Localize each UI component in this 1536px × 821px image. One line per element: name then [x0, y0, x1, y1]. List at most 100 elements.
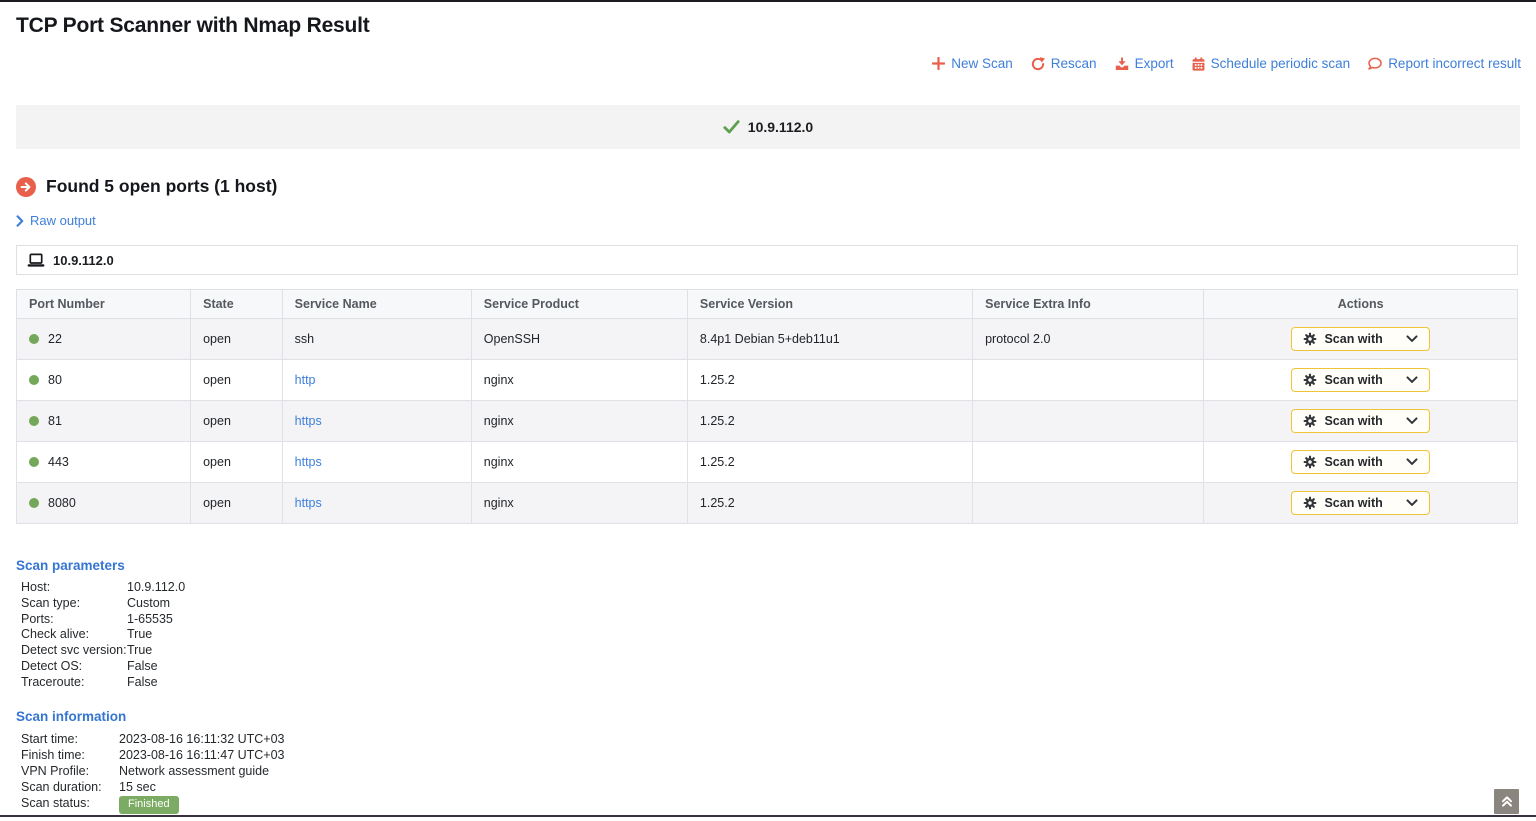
port-number: 443 — [48, 455, 69, 469]
scan-with-button[interactable]: Scan with — [1291, 409, 1429, 433]
service-name-link[interactable]: https — [295, 414, 322, 428]
host-result-banner[interactable]: 10.9.112.0 — [16, 105, 1520, 149]
scan-parameters-heading: Scan parameters — [16, 558, 185, 573]
action-label: Schedule periodic scan — [1211, 56, 1351, 71]
status-badge: Finished — [119, 796, 179, 814]
port-number: 22 — [48, 332, 62, 346]
parameter-row: Ports:1-65535 — [16, 612, 185, 628]
scan-with-button[interactable]: Scan with — [1291, 368, 1429, 392]
parameter-row: Host:10.9.112.0 — [16, 580, 185, 596]
service-extra-info — [973, 401, 1204, 442]
download-icon — [1115, 57, 1129, 71]
action-label: New Scan — [951, 56, 1013, 71]
column-header-service-extra-info: Service Extra Info — [973, 290, 1204, 319]
open-port-dot — [29, 457, 39, 467]
port-state: open — [191, 401, 283, 442]
parameter-label: Traceroute: — [21, 675, 127, 691]
service-extra-info — [973, 442, 1204, 483]
table-row: 80 open http nginx 1.25.2 Scan with — [17, 360, 1518, 401]
table-row: 81 open https nginx 1.25.2 Scan with — [17, 401, 1518, 442]
double-chevron-up-icon — [1501, 795, 1513, 808]
information-row: Scan status:Finished — [16, 795, 285, 814]
plus-icon — [932, 57, 945, 70]
service-extra-info — [973, 360, 1204, 401]
scan-with-label: Scan with — [1324, 455, 1382, 469]
parameter-row: Check alive:True — [16, 627, 185, 643]
scan-information-section: Scan information Start time:2023-08-16 1… — [16, 709, 285, 814]
check-icon — [723, 120, 740, 134]
scan-with-label: Scan with — [1324, 496, 1382, 510]
gear-icon — [1303, 496, 1317, 510]
raw-output-link[interactable]: Raw output — [16, 213, 96, 228]
toolbar: New Scan Rescan Export Schedule periodic… — [932, 56, 1521, 71]
chevron-down-icon — [1406, 417, 1418, 425]
parameter-label: Ports: — [21, 612, 127, 628]
information-value: 15 sec — [119, 779, 156, 795]
service-version: 1.25.2 — [687, 442, 972, 483]
refresh-icon — [1031, 57, 1045, 71]
information-row: Finish time:2023-08-16 16:11:47 UTC+03 — [16, 747, 285, 763]
parameter-label: Check alive: — [21, 627, 127, 643]
service-version: 8.4p1 Debian 5+deb11u1 — [687, 319, 972, 360]
port-number: 81 — [48, 414, 62, 428]
service-version: 1.25.2 — [687, 483, 972, 524]
report-incorrect-result-button[interactable]: Report incorrect result — [1368, 56, 1521, 71]
gear-icon — [1303, 455, 1317, 469]
column-header-state: State — [191, 290, 283, 319]
rescan-button[interactable]: Rescan — [1031, 56, 1097, 71]
parameter-value: False — [127, 659, 158, 675]
service-extra-info: protocol 2.0 — [973, 319, 1204, 360]
parameter-row: Traceroute:False — [16, 675, 185, 691]
comment-icon — [1368, 57, 1382, 71]
open-port-dot — [29, 416, 39, 426]
host-panel-label: 10.9.112.0 — [53, 253, 114, 268]
scan-with-button[interactable]: Scan with — [1291, 450, 1429, 474]
service-product: nginx — [471, 401, 687, 442]
service-product: nginx — [471, 483, 687, 524]
scan-with-label: Scan with — [1324, 373, 1382, 387]
information-label: VPN Profile: — [21, 763, 119, 779]
column-header-service-product: Service Product — [471, 290, 687, 319]
parameter-value: False — [127, 675, 158, 691]
port-state: open — [191, 483, 283, 524]
scan-with-label: Scan with — [1324, 414, 1382, 428]
page-bottom-border — [0, 815, 1536, 817]
parameter-value: True — [127, 643, 152, 659]
results-summary-heading: Found 5 open ports (1 host) — [16, 176, 277, 197]
gear-icon — [1303, 373, 1317, 387]
information-value: 2023-08-16 16:11:47 UTC+03 — [119, 747, 285, 763]
schedule-periodic-scan-button[interactable]: Schedule periodic scan — [1192, 56, 1351, 71]
open-port-dot — [29, 498, 39, 508]
parameter-label: Detect svc version: — [21, 643, 127, 659]
information-label: Start time: — [21, 731, 119, 747]
chevron-down-icon — [1406, 376, 1418, 384]
new-scan-button[interactable]: New Scan — [932, 56, 1013, 71]
laptop-icon — [27, 253, 45, 268]
information-value: 2023-08-16 16:11:32 UTC+03 — [119, 731, 285, 747]
open-port-dot — [29, 334, 39, 344]
service-extra-info — [973, 483, 1204, 524]
service-name-link[interactable]: https — [295, 496, 322, 510]
scan-information-heading: Scan information — [16, 709, 285, 724]
information-value: Network assessment guide — [119, 763, 269, 779]
information-label: Scan duration: — [21, 779, 119, 795]
scan-with-button[interactable]: Scan with — [1291, 327, 1429, 351]
chevron-down-icon — [1406, 335, 1418, 343]
calendar-icon — [1192, 57, 1205, 71]
scan-with-button[interactable]: Scan with — [1291, 491, 1429, 515]
column-header-actions: Actions — [1204, 290, 1518, 319]
page-title: TCP Port Scanner with Nmap Result — [16, 14, 370, 38]
service-name-link[interactable]: https — [295, 455, 322, 469]
table-header-row: Port Number State Service Name Service P… — [17, 290, 1518, 319]
parameter-value: Custom — [127, 596, 170, 612]
summary-text: Found 5 open ports (1 host) — [46, 176, 277, 197]
gear-icon — [1303, 332, 1317, 346]
export-button[interactable]: Export — [1115, 56, 1174, 71]
action-label: Export — [1135, 56, 1174, 71]
port-state: open — [191, 442, 283, 483]
service-product: nginx — [471, 360, 687, 401]
column-header-port-number: Port Number — [17, 290, 191, 319]
scroll-to-top-button[interactable] — [1494, 789, 1519, 814]
service-name-link[interactable]: http — [295, 373, 316, 387]
port-state: open — [191, 360, 283, 401]
